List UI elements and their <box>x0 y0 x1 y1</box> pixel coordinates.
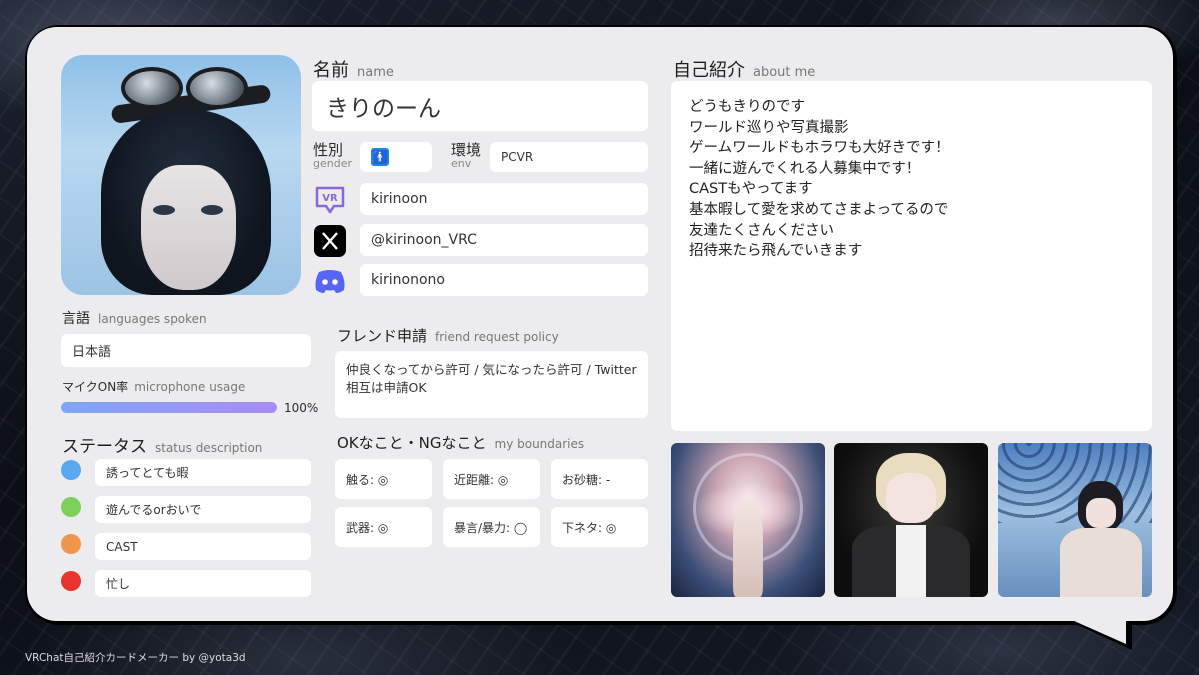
name-label: 名前 name <box>313 60 394 81</box>
vrchat-icon: VR <box>313 183 347 217</box>
status-dot-green <box>61 497 81 517</box>
mic-label: マイクON率 microphone usage <box>62 380 246 394</box>
boundaries-label: OKなこと・NGなこと my boundaries <box>337 434 585 452</box>
status-item: 誘ってとても暇 <box>95 459 311 486</box>
boundary-item: 近距離: ◎ <box>443 459 540 499</box>
gallery-photo <box>671 443 825 597</box>
env-field: PCVR <box>490 142 648 172</box>
status-item: 忙し <box>95 570 311 597</box>
x-account-field: @kirinoon_VRC <box>360 224 648 256</box>
languages-field: 日本語 <box>61 334 311 367</box>
boundary-item: 武器: ◎ <box>335 507 432 547</box>
status-dot-red <box>61 571 81 591</box>
gallery-photo <box>834 443 988 597</box>
languages-label: 言語 languages spoken <box>62 311 207 327</box>
avatar-image <box>61 55 301 295</box>
status-dot-blue <box>61 460 81 480</box>
boundary-item: 触る: ◎ <box>335 459 432 499</box>
x-twitter-icon <box>313 224 347 258</box>
friend-request-label: フレンド申請 friend request policy <box>337 327 559 345</box>
male-icon: 🚹 <box>371 148 389 166</box>
boundary-item: 下ネタ: ◎ <box>551 507 648 547</box>
status-label: ステータス status description <box>62 437 263 457</box>
discord-icon <box>313 264 347 298</box>
env-label: 環境 env <box>451 141 482 171</box>
boundary-item: お砂糖: - <box>551 459 648 499</box>
status-item: 遊んでるorおいで <box>95 496 311 523</box>
mic-usage-value: 100% <box>284 401 319 415</box>
about-field: どうもきりのです ワールド巡りや写真撮影 ゲームワールドもホラワも大好きです！ … <box>671 81 1152 431</box>
vrchat-account-field: kirinoon <box>360 183 648 215</box>
gender-label: 性別 gender <box>313 141 352 171</box>
mic-usage-fill <box>61 402 277 413</box>
about-text: どうもきりのです ワールド巡りや写真撮影 ゲームワールドもホラワも大好きです！ … <box>689 99 950 260</box>
friend-request-field: 仲良くなってから許可 / 気になったら許可 / Twitter相互は申請OK <box>335 351 648 418</box>
svg-text:VR: VR <box>322 193 338 204</box>
gallery-photo <box>998 443 1152 597</box>
status-dot-orange <box>61 534 81 554</box>
discord-account-field: kirinonono <box>360 264 648 296</box>
name-field: きりのーん <box>312 81 648 131</box>
status-item: CAST <box>95 533 311 560</box>
boundary-item: 暴言/暴力: ◯ <box>443 507 540 547</box>
footer-credit: VRChat自己紹介カードメーカー by @yota3d <box>25 652 246 664</box>
gender-field: 🚹 <box>360 142 432 172</box>
about-label: 自己紹介 about me <box>673 60 816 81</box>
mic-usage-bar <box>61 402 277 413</box>
